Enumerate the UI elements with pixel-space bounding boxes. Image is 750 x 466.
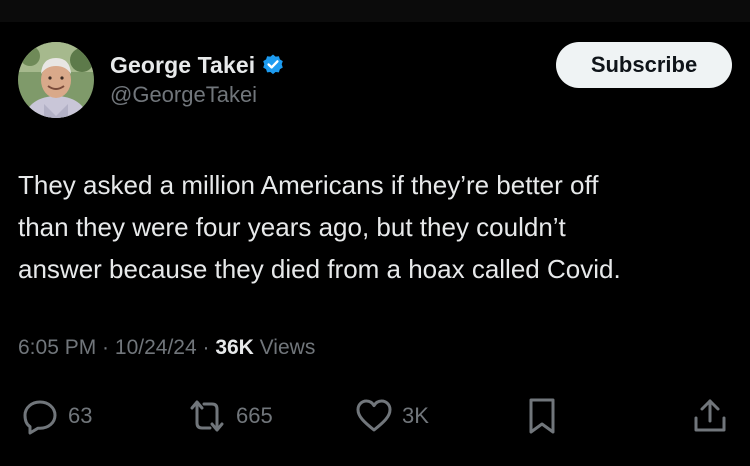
meta-separator: ·	[196, 336, 216, 359]
reply-icon	[20, 396, 60, 436]
author-info: George Takei @GeorgeTakei	[110, 50, 285, 108]
like-icon	[354, 396, 394, 436]
views-label: Views	[253, 336, 316, 359]
tweet-text: They asked a million Americans if they’r…	[18, 164, 732, 290]
action-bar: 63 665 3K	[0, 392, 750, 440]
tweet-date[interactable]: 10/24/24	[115, 336, 197, 359]
repost-button[interactable]: 665	[186, 392, 273, 440]
repost-icon	[186, 396, 228, 436]
repost-count: 665	[236, 403, 273, 428]
avatar-image	[18, 42, 94, 118]
display-name[interactable]: George Takei	[110, 52, 255, 79]
subscribe-button[interactable]: Subscribe	[556, 42, 732, 88]
name-row: George Takei	[110, 50, 285, 80]
author-handle[interactable]: @GeorgeTakei	[110, 82, 285, 108]
tweet-meta: 6:05 PM · 10/24/24 · 36K Views	[18, 336, 315, 360]
top-strip	[0, 0, 750, 22]
reply-button[interactable]: 63	[20, 392, 92, 440]
avatar[interactable]	[18, 42, 94, 118]
tweet-time[interactable]: 6:05 PM	[18, 336, 96, 359]
tweet-text-line: than they were four years ago, but they …	[18, 212, 566, 242]
reply-count: 63	[68, 403, 93, 428]
tweet-text-line: They asked a million Americans if they’r…	[18, 170, 599, 200]
bookmark-button[interactable]	[522, 392, 562, 440]
tweet-header: George Takei @GeorgeTakei Subscribe	[18, 42, 732, 122]
share-icon	[690, 396, 730, 436]
verified-badge-icon	[261, 53, 285, 77]
share-button[interactable]	[690, 392, 730, 440]
bookmark-icon	[522, 396, 562, 436]
like-button[interactable]: 3K	[354, 392, 429, 440]
like-count: 3K	[402, 403, 429, 428]
tweet-text-line: answer because they died from a hoax cal…	[18, 254, 621, 284]
meta-separator: ·	[96, 336, 115, 359]
views-count[interactable]: 36K	[215, 336, 254, 359]
